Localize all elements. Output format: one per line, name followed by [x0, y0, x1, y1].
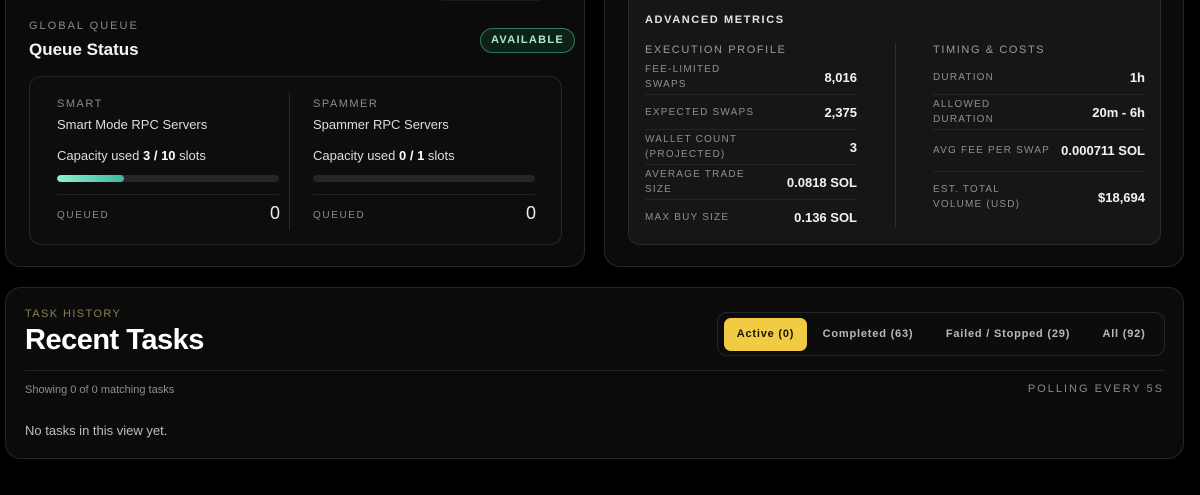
tab-all[interactable]: All (92) [1094, 318, 1154, 351]
metric-label: ALLOWED DURATION [933, 99, 995, 125]
metric-label: WALLET COUNT (PROJECTED) [645, 134, 738, 160]
spammer-eyebrow: SPAMMER [313, 98, 379, 110]
timing-costs-title: TIMING & COSTS [933, 44, 1046, 56]
smart-capacity-suffix: slots [175, 148, 206, 163]
task-filter-tabs: Active (0) Completed (63) Failed / Stopp… [717, 312, 1165, 356]
metric-value: 3 [849, 139, 857, 155]
metric-row: EXPECTED SWAPS 2,375 [645, 95, 857, 130]
metric-value: 20m - 6h [1092, 104, 1145, 120]
smart-capacity: Capacity used 3 / 10 slots [57, 148, 206, 163]
metric-label: DURATION [933, 71, 995, 83]
metric-row: MAX BUY SIZE 0.136 SOL [645, 200, 857, 235]
smart-server-group: SMART Smart Mode RPC Servers Capacity us… [57, 77, 307, 244]
queue-title: Queue Status [29, 40, 139, 59]
metric-label: FEE-LIMITED SWAPS [645, 64, 721, 90]
divider [289, 93, 290, 230]
metric-value: 2,375 [824, 104, 857, 120]
smart-capacity-value: 3 / 10 [143, 148, 176, 163]
spammer-capacity-prefix: Capacity used [313, 148, 399, 163]
queue-eyebrow: GLOBAL QUEUE [29, 20, 139, 32]
metric-row: ALLOWED DURATION 20m - 6h [933, 95, 1145, 130]
metric-row: DURATION 1h [933, 60, 1145, 95]
spammer-queued-label: QUEUED [313, 210, 366, 221]
metrics-title: ADVANCED METRICS [645, 14, 785, 26]
divider [25, 370, 1165, 371]
spammer-server-name: Spammer RPC Servers [313, 117, 449, 132]
divider [313, 194, 535, 195]
metric-row: AVG FEE PER SWAP 0.000711 SOL [933, 130, 1145, 172]
smart-capacity-prefix: Capacity used [57, 148, 143, 163]
spammer-capacity-bar [313, 175, 535, 182]
metric-value: $18,694 [1098, 189, 1145, 205]
metric-label: AVERAGE TRADE SIZE [645, 169, 745, 195]
metric-row: EST. TOTAL VOLUME (USD) $18,694 [933, 176, 1145, 218]
metric-value: 8,016 [824, 69, 857, 85]
smart-queued-label: QUEUED [57, 210, 110, 221]
smart-queued-value: 0 [269, 203, 280, 223]
metric-value: 0.0818 SOL [786, 174, 857, 190]
smart-eyebrow: SMART [57, 98, 103, 110]
tab-failed-stopped[interactable]: Failed / Stopped (29) [937, 318, 1079, 351]
spammer-capacity: Capacity used 0 / 1 slots [313, 148, 455, 163]
tasks-count-text: Showing 0 of 0 matching tasks [25, 384, 175, 396]
spammer-server-group: SPAMMER Spammer RPC Servers Capacity use… [313, 77, 563, 244]
metric-label: EST. TOTAL VOLUME (USD) [933, 184, 1021, 210]
metric-row: AVERAGE TRADE SIZE 0.0818 SOL [645, 165, 857, 200]
polling-status: POLLING EVERY 5S [1027, 383, 1164, 395]
task-history-card: TASK HISTORY Recent Tasks Active (0) Com… [5, 287, 1184, 459]
server-panel: SMART Smart Mode RPC Servers Capacity us… [29, 76, 562, 245]
execution-profile-title: EXECUTION PROFILE [645, 44, 787, 56]
metrics-panel: ADVANCED METRICS EXECUTION PROFILE FEE-L… [628, 0, 1161, 245]
page-title: Recent Tasks [25, 324, 204, 356]
status-badge: AVAILABLE [480, 28, 576, 53]
divider [895, 43, 896, 228]
empty-state-text: No tasks in this view yet. [25, 423, 168, 438]
spammer-queued-value: 0 [525, 203, 536, 223]
spammer-capacity-value: 0 / 1 [399, 148, 425, 163]
metric-label: EXPECTED SWAPS [645, 106, 755, 118]
queue-status-card: GLOBAL QUEUE Queue Status AVAILABLE SMAR… [5, 0, 585, 267]
metric-label: MAX BUY SIZE [645, 212, 730, 223]
metric-value: 0.136 SOL [794, 210, 857, 225]
tasks-eyebrow: TASK HISTORY [25, 308, 122, 320]
smart-capacity-bar-fill [57, 175, 124, 182]
metric-row: FEE-LIMITED SWAPS 8,016 [645, 60, 857, 95]
smart-capacity-bar [57, 175, 279, 182]
metric-row: WALLET COUNT (PROJECTED) 3 [645, 130, 857, 165]
advanced-metrics-card: ADVANCED METRICS EXECUTION PROFILE FEE-L… [604, 0, 1184, 267]
metric-value: 1h [1129, 69, 1145, 85]
metric-label: AVG FEE PER SWAP [933, 145, 1050, 156]
metric-value: 0.000711 SOL [1061, 143, 1145, 158]
divider [57, 194, 279, 195]
spammer-capacity-suffix: slots [424, 148, 455, 163]
hidden-element-peek [436, 0, 546, 1]
tab-active[interactable]: Active (0) [724, 318, 807, 351]
smart-server-name: Smart Mode RPC Servers [57, 117, 208, 132]
tab-completed[interactable]: Completed (63) [814, 318, 922, 351]
